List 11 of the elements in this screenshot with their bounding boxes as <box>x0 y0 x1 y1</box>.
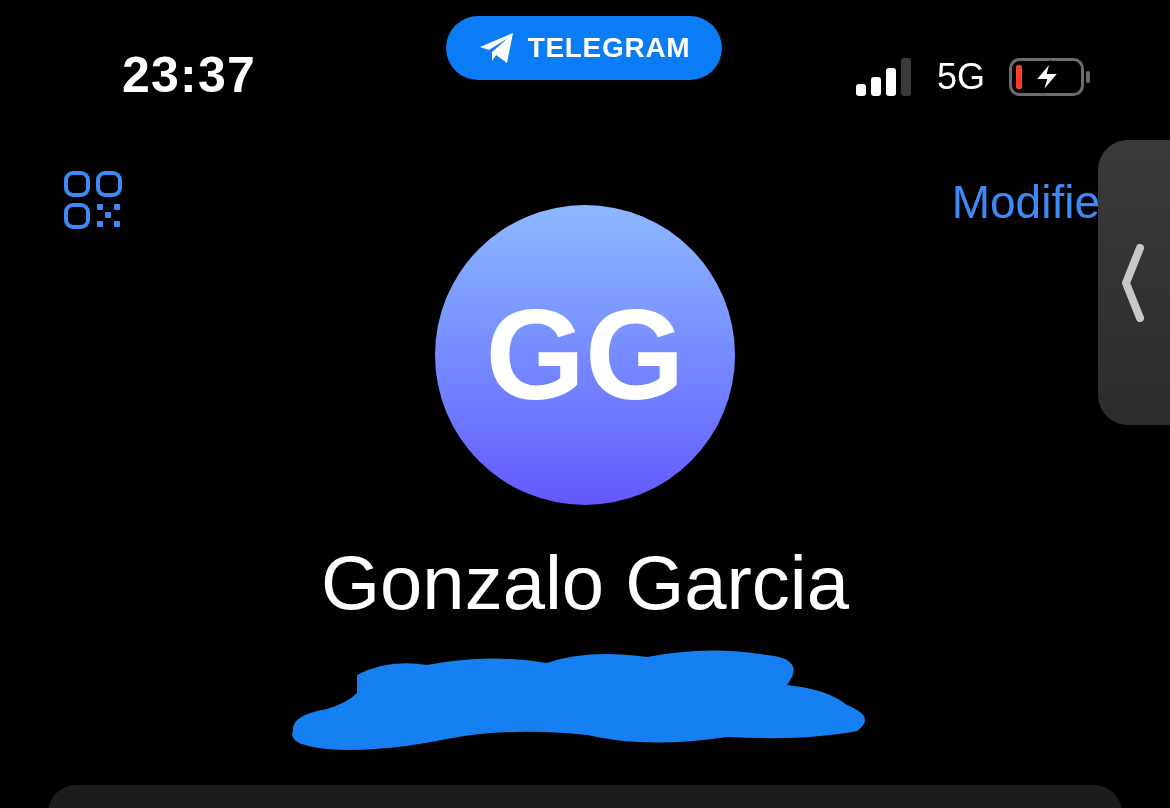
status-time: 23:37 <box>122 47 257 103</box>
qr-code-icon[interactable] <box>64 171 122 229</box>
profile-name: Gonzalo Garcia <box>321 545 849 621</box>
edit-button[interactable]: Modifie <box>951 179 1100 225</box>
battery-charging-icon <box>1009 58 1092 96</box>
side-handle[interactable] <box>1098 140 1170 425</box>
app-badge[interactable]: TELEGRAM <box>446 16 722 80</box>
avatar: GG <box>435 205 735 505</box>
chevron-left-icon <box>1120 243 1146 322</box>
signal-icon <box>856 58 913 96</box>
network-label: 5G <box>937 59 986 95</box>
